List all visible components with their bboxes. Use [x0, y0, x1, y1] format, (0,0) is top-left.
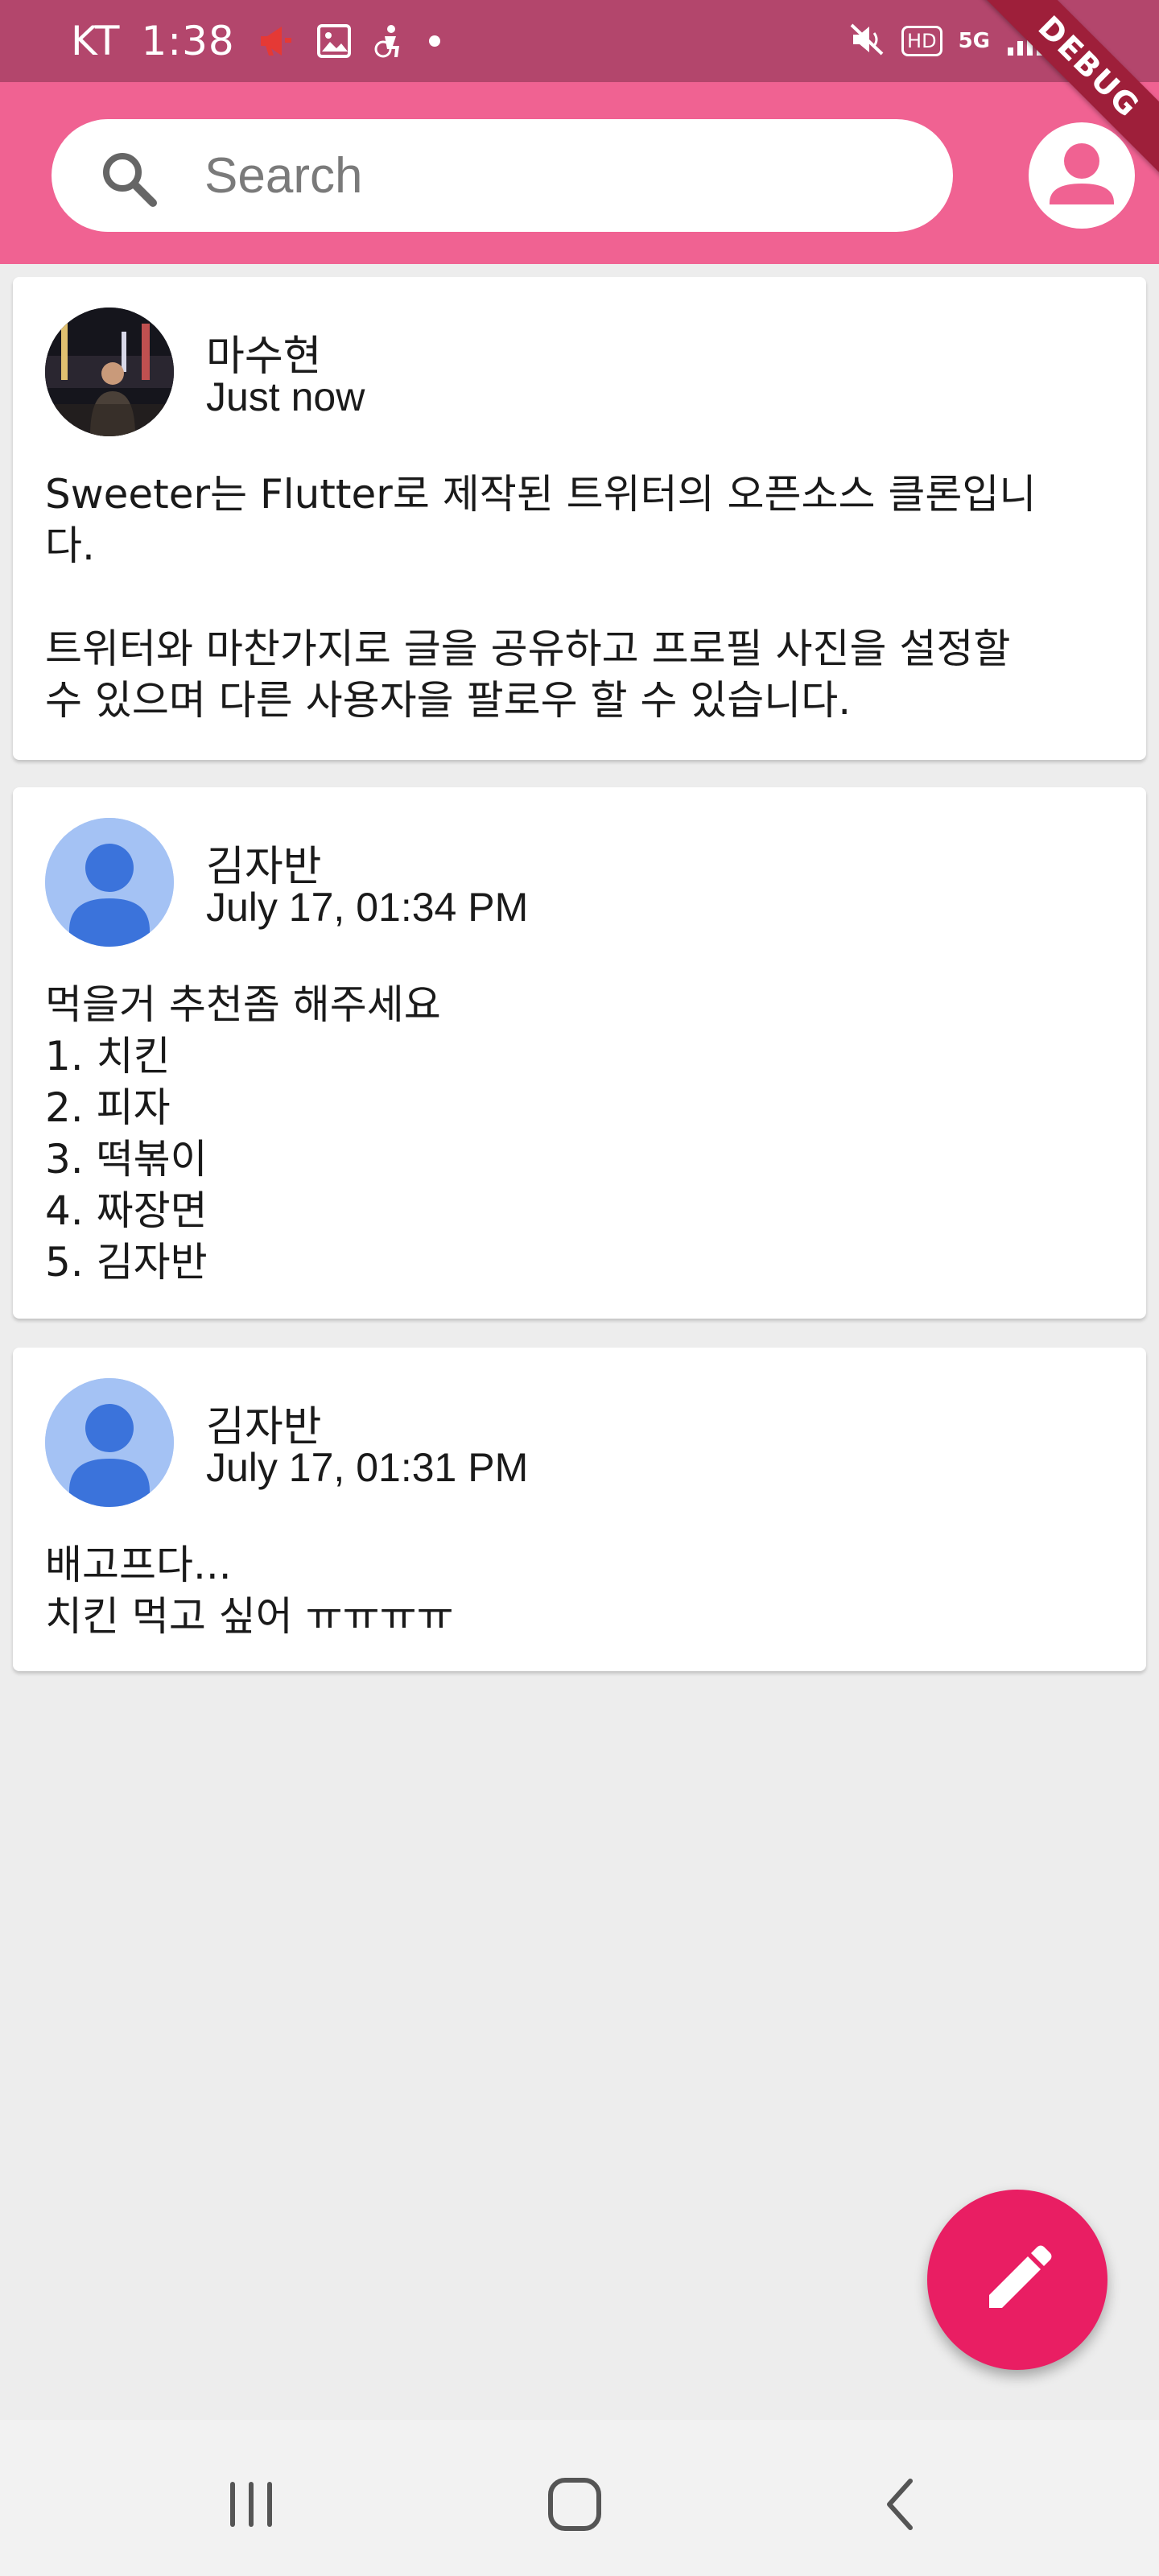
home-icon [548, 2478, 601, 2531]
image-icon [316, 24, 351, 58]
post-card[interactable]: 마수현 Just now Sweeter는 Flutter로 제작된 트위터의 … [13, 277, 1146, 760]
search-bar[interactable] [52, 119, 953, 232]
app-bar [0, 82, 1159, 264]
back-button[interactable] [852, 2468, 948, 2541]
mute-icon [850, 23, 885, 60]
hd-icon: HD [901, 26, 942, 56]
compose-button[interactable] [927, 2190, 1107, 2370]
accessibility-icon [373, 23, 406, 59]
default-person-icon [45, 818, 174, 947]
post-time: Just now [206, 374, 365, 419]
system-nav-bar [0, 2420, 1159, 2576]
5g-icon: 5G [958, 29, 990, 53]
post-body: Sweeter는 Flutter로 제작된 트위터의 오픈소스 클론입니 다. … [45, 471, 1037, 724]
avatar[interactable] [45, 818, 174, 947]
account-icon [1050, 143, 1114, 204]
carrier-label: KT [71, 18, 121, 64]
post-body: 배고프다... 치킨 먹고 싶어 ㅠㅠㅠㅠ [45, 1542, 454, 1640]
notification-icon [258, 23, 295, 59]
post-body: 먹을거 추천좀 해주세요 1. 치킨 2. 피자 3. 떡볶이 4. 짜장면 5… [45, 981, 441, 1286]
default-person-icon [45, 1378, 174, 1507]
post-card[interactable]: 김자반 July 17, 01:34 PM 먹을거 추천좀 해주세요 1. 치킨… [13, 787, 1146, 1319]
profile-button[interactable] [1029, 122, 1135, 229]
avatar[interactable] [45, 1378, 174, 1507]
avatar[interactable] [45, 308, 174, 436]
search-icon [103, 153, 157, 207]
recent-apps-icon [230, 2482, 272, 2527]
post-time: July 17, 01:34 PM [206, 885, 529, 930]
home-button[interactable] [526, 2468, 623, 2541]
clock: 1:38 [141, 18, 235, 64]
status-bar: KT 1:38 HD 5G [0, 0, 1159, 82]
dot-icon [428, 35, 441, 47]
status-left: KT 1:38 [71, 0, 441, 82]
search-input[interactable] [204, 135, 913, 216]
post-card[interactable]: 김자반 July 17, 01:31 PM 배고프다... 치킨 먹고 싶어 ㅠ… [13, 1348, 1146, 1671]
post-time: July 17, 01:31 PM [206, 1445, 529, 1490]
profile-photo [45, 308, 174, 436]
back-icon [887, 2479, 913, 2530]
recent-apps-button[interactable] [203, 2468, 299, 2541]
edit-icon [989, 2245, 1052, 2308]
